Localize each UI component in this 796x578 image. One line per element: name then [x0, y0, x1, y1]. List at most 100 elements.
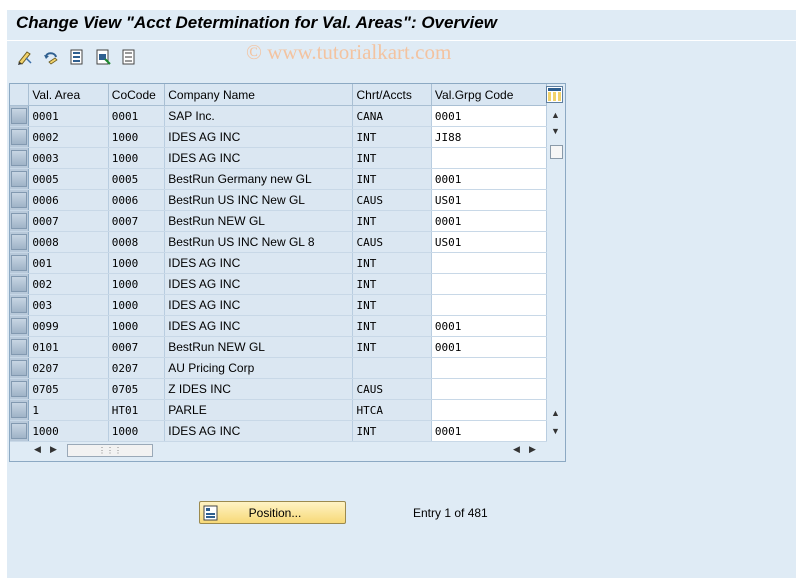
row-select-icon	[11, 402, 28, 418]
table-header-row: Val. Area CoCode Company Name Chrt/Accts…	[10, 84, 548, 106]
cell-val-grpg-code[interactable]	[431, 378, 548, 400]
cell-val-grpg-code[interactable]: 0001	[431, 168, 548, 190]
cell-val-area: 0101	[28, 336, 109, 358]
row-select-handle[interactable]	[10, 168, 30, 190]
cell-chrt-accts: CAUS	[352, 378, 432, 400]
table-row: 0003 1000 IDES AG INC INT	[10, 147, 548, 169]
undo-change-icon	[44, 52, 58, 65]
cell-chrt-accts: HTCA	[352, 399, 432, 421]
display-change-button[interactable]	[16, 48, 34, 66]
cell-cocode: 0007	[108, 336, 166, 358]
cell-company-name: BestRun NEW GL	[164, 210, 354, 232]
column-header-val-grpg-code[interactable]: Val.Grpg Code	[431, 84, 548, 106]
row-select-handle[interactable]	[10, 399, 30, 421]
row-select-handle[interactable]	[10, 231, 30, 253]
scroll-down-icon[interactable]: ▼	[551, 126, 560, 136]
cell-val-grpg-code[interactable]	[431, 273, 548, 295]
cell-company-name: IDES AG INC	[164, 420, 354, 442]
horizontal-scroll-thumb[interactable]: ⋮⋮⋮	[67, 444, 153, 457]
table-row: 003 1000 IDES AG INC INT	[10, 294, 548, 316]
scroll-right-end-icon[interactable]: ▶	[529, 444, 536, 455]
table-row: 0207 0207 AU Pricing Corp	[10, 357, 548, 379]
cell-val-grpg-code[interactable]: 0001	[431, 315, 548, 337]
cell-company-name: BestRun US INC New GL	[164, 189, 354, 211]
cell-val-grpg-code[interactable]: US01	[431, 189, 548, 211]
row-select-icon	[11, 360, 28, 376]
vertical-scroll-thumb[interactable]	[550, 145, 563, 159]
column-header-val-area[interactable]: Val. Area	[28, 84, 109, 106]
select-block-button[interactable]	[94, 48, 112, 66]
row-select-handle[interactable]	[10, 294, 30, 316]
scroll-left-icon[interactable]: ◀	[34, 444, 41, 455]
row-select-handle[interactable]	[10, 420, 30, 442]
scroll-left-end-icon[interactable]: ◀	[513, 444, 520, 455]
row-select-icon	[11, 318, 28, 334]
horizontal-scrollbar[interactable]: ◀ ▶ ⋮⋮⋮ ◀ ▶	[10, 441, 565, 461]
scroll-up-icon[interactable]: ▲	[551, 110, 560, 120]
page-up-icon[interactable]: ▲	[551, 408, 560, 418]
cell-company-name: BestRun US INC New GL 8	[164, 231, 354, 253]
row-select-handle[interactable]	[10, 105, 30, 127]
cell-company-name: IDES AG INC	[164, 294, 354, 316]
row-select-handle[interactable]	[10, 126, 30, 148]
table-row: 0001 0001 SAP Inc. CANA 0001	[10, 105, 548, 127]
table-control: Val. Area CoCode Company Name Chrt/Accts…	[9, 83, 566, 462]
column-header-cocode[interactable]: CoCode	[108, 84, 166, 106]
row-select-handle[interactable]	[10, 210, 30, 232]
position-icon	[203, 505, 218, 520]
row-select-handle[interactable]	[10, 336, 30, 358]
row-select-handle[interactable]	[10, 357, 30, 379]
column-header-chrt-accts[interactable]: Chrt/Accts	[352, 84, 432, 106]
cell-val-area: 0001	[28, 105, 109, 127]
row-select-handle[interactable]	[10, 252, 30, 274]
row-select-handle[interactable]	[10, 189, 30, 211]
cell-company-name: BestRun Germany new GL	[164, 168, 354, 190]
page-down-icon[interactable]: ▼	[551, 426, 560, 436]
cell-val-grpg-code[interactable]: JI88	[431, 126, 548, 148]
vertical-scrollbar[interactable]: ▲ ▼ ▲ ▼	[547, 106, 564, 441]
cell-val-grpg-code[interactable]	[431, 252, 548, 274]
scroll-right-icon[interactable]: ▶	[50, 444, 57, 455]
cell-val-grpg-code[interactable]	[431, 294, 548, 316]
cell-val-grpg-code[interactable]: US01	[431, 231, 548, 253]
cell-val-grpg-code[interactable]: 0001	[431, 105, 548, 127]
undo-change-button[interactable]	[42, 48, 60, 66]
table-settings-icon[interactable]	[546, 86, 563, 103]
table-row: 0008 0008 BestRun US INC New GL 8 CAUS US01	[10, 231, 548, 253]
row-select-icon	[11, 234, 28, 250]
table-row: 1000 1000 IDES AG INC INT 0001	[10, 420, 548, 442]
position-button[interactable]: Position...	[199, 501, 346, 524]
cell-cocode: 1000	[108, 147, 166, 169]
column-header-company-name[interactable]: Company Name	[164, 84, 354, 106]
table-row: 0006 0006 BestRun US INC New GL CAUS US01	[10, 189, 548, 211]
deselect-all-button[interactable]	[120, 48, 138, 66]
table-row: 001 1000 IDES AG INC INT	[10, 252, 548, 274]
row-select-handle[interactable]	[10, 147, 30, 169]
cell-val-grpg-code[interactable]	[431, 399, 548, 421]
cell-cocode: HT01	[108, 399, 166, 421]
cell-val-grpg-code[interactable]	[431, 147, 548, 169]
row-select-handle[interactable]	[10, 273, 30, 295]
cell-cocode: 1000	[108, 126, 166, 148]
cell-val-grpg-code[interactable]	[431, 357, 548, 379]
cell-chrt-accts: INT	[352, 147, 432, 169]
select-all-button[interactable]	[68, 48, 86, 66]
cell-cocode: 0705	[108, 378, 166, 400]
table-row: 0101 0007 BestRun NEW GL INT 0001	[10, 336, 548, 358]
cell-cocode: 0207	[108, 357, 166, 379]
row-select-handle[interactable]	[10, 378, 30, 400]
row-select-icon	[11, 423, 28, 439]
cell-val-grpg-code[interactable]: 0001	[431, 210, 548, 232]
table-row: 0005 0005 BestRun Germany new GL INT 0001	[10, 168, 548, 190]
row-select-handle[interactable]	[10, 315, 30, 337]
cell-val-grpg-code[interactable]: 0001	[431, 336, 548, 358]
cell-cocode: 0008	[108, 231, 166, 253]
select-all-rows-handle[interactable]	[10, 84, 30, 106]
row-select-icon	[11, 129, 28, 145]
cell-chrt-accts: INT	[352, 273, 432, 295]
cell-val-area: 0003	[28, 147, 109, 169]
cell-company-name: SAP Inc.	[164, 105, 354, 127]
data-table: Val. Area CoCode Company Name Chrt/Accts…	[10, 84, 548, 442]
row-select-icon	[11, 255, 28, 271]
cell-val-grpg-code[interactable]: 0001	[431, 420, 548, 442]
